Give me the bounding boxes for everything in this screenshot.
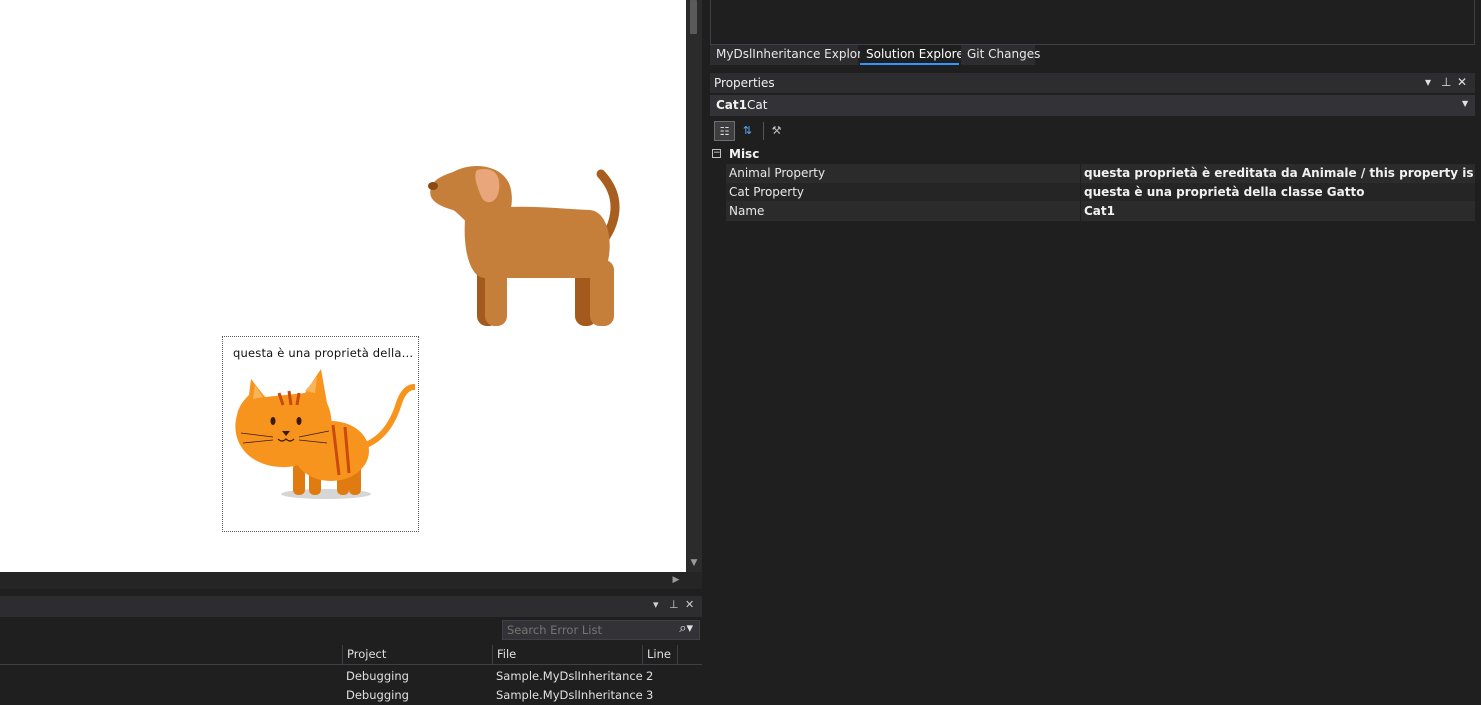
pin-icon[interactable]: ⊥ — [669, 598, 679, 611]
cat-image — [231, 363, 417, 506]
error-list-search-input[interactable] — [507, 623, 667, 637]
property-value[interactable]: Cat1 — [1084, 204, 1474, 218]
property-row-name[interactable]: Name Cat1 — [726, 202, 1475, 221]
cell-file: Sample.MyDslInheritance — [496, 688, 643, 702]
close-icon[interactable]: ✕ — [1457, 75, 1467, 89]
vertical-scroll-thumb[interactable] — [690, 0, 697, 34]
scroll-right-arrow-icon[interactable]: ▶ — [668, 572, 684, 589]
column-header-line[interactable]: Line — [642, 645, 678, 664]
panel-splitter[interactable] — [702, 0, 710, 699]
property-grid-column-divider[interactable] — [1080, 164, 1081, 221]
property-name: Animal Property — [729, 166, 826, 180]
property-value[interactable]: questa proprietà è ereditata da Animale … — [1084, 166, 1474, 180]
property-name: Name — [729, 204, 765, 218]
property-grid — [710, 145, 1475, 699]
cell-project: Debugging — [346, 669, 409, 683]
property-category-row[interactable] — [710, 145, 1475, 164]
property-row-animal-property[interactable]: Animal Property questa proprietà è eredi… — [726, 164, 1475, 183]
cell-file: Sample.MyDslInheritance — [496, 669, 643, 683]
tool-window-tabs: MyDslInheritance Explorer Solution Explo… — [710, 45, 1481, 66]
dog-shape-image[interactable] — [425, 160, 625, 333]
tab-solution-explorer[interactable]: Solution Explorer — [860, 45, 969, 65]
designer-vertical-scrollbar[interactable] — [686, 0, 702, 572]
scroll-down-arrow-icon[interactable]: ▼ — [686, 556, 702, 570]
error-list-header-divider — [0, 664, 702, 665]
toolbar-separator — [763, 122, 764, 140]
tab-git-changes[interactable]: Git Changes — [961, 45, 1040, 65]
tab-mydslinheritance-explorer[interactable]: MyDslInheritance Explorer — [710, 45, 874, 65]
chevron-down-icon[interactable]: ▾ — [653, 598, 659, 611]
search-icon[interactable]: ⌕▾ — [679, 621, 693, 636]
cat-shape-label: questa è una proprietà della classe Gatt… — [233, 346, 415, 360]
error-list-title-bar — [0, 596, 702, 617]
dsl-designer-canvas[interactable]: questa è una proprietà della classe Gatt… — [0, 0, 686, 572]
pin-icon[interactable]: ⊥ — [1441, 75, 1451, 89]
selected-object-type: Cat — [747, 98, 768, 112]
properties-toolbar — [710, 118, 1475, 144]
collapse-icon[interactable]: − — [712, 149, 721, 158]
solution-explorer-pane — [710, 0, 1475, 45]
property-value[interactable]: questa è una proprietà della classe Gatt… — [1084, 185, 1474, 199]
object-selector-dropdown[interactable] — [710, 95, 1475, 116]
column-header-project[interactable]: Project — [342, 645, 492, 664]
cell-line: 2 — [646, 669, 654, 683]
property-name: Cat Property — [729, 185, 805, 199]
alphabetical-sort-icon[interactable]: ⇅ — [737, 121, 758, 141]
categorized-view-icon[interactable]: ☷ — [714, 121, 735, 141]
column-header-file[interactable]: File — [492, 645, 642, 664]
wrench-icon[interactable]: ⚒ — [766, 121, 787, 141]
selected-object-name: Cat1 — [716, 98, 747, 112]
chevron-down-icon[interactable]: ▼ — [1462, 99, 1468, 108]
close-icon[interactable]: ✕ — [685, 598, 694, 611]
error-list-search-box[interactable]: ⌕▾ — [502, 620, 700, 640]
chevron-down-icon[interactable]: ▾ — [1425, 75, 1431, 89]
cell-project: Debugging — [346, 688, 409, 702]
properties-title-bar — [710, 73, 1475, 93]
properties-title: Properties — [714, 76, 775, 90]
property-category-label: Misc — [729, 147, 760, 161]
property-row-cat-property[interactable]: Cat Property questa è una proprietà dell… — [726, 183, 1475, 202]
designer-horizontal-scrollbar[interactable] — [0, 572, 702, 589]
cat-shape[interactable]: questa è una proprietà della classe Gatt… — [222, 336, 419, 532]
cell-line: 3 — [646, 688, 654, 702]
